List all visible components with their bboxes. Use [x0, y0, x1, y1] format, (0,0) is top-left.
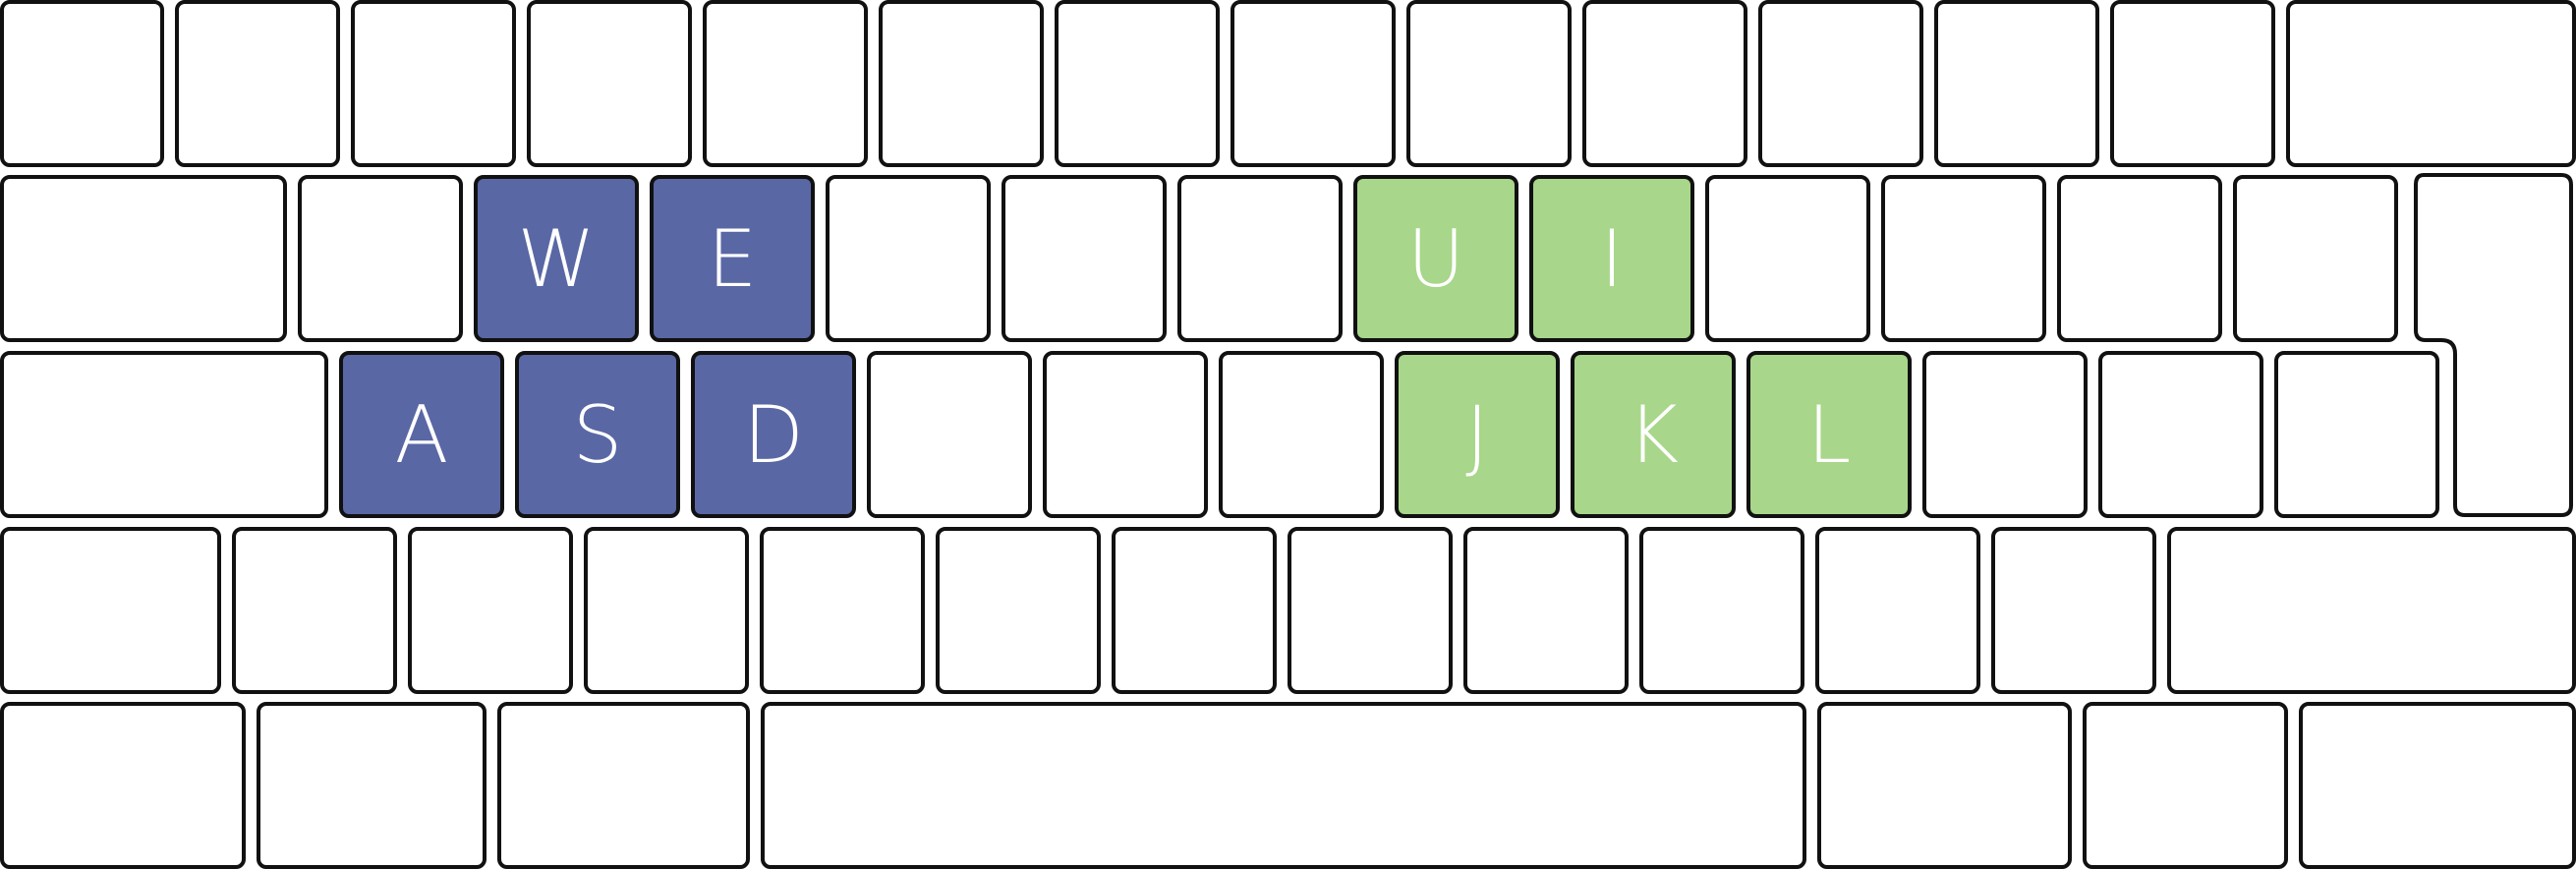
key — [1055, 0, 1220, 167]
key — [1002, 175, 1167, 342]
key-l: L — [1746, 351, 1912, 518]
key — [761, 702, 1806, 869]
key-k: K — [1571, 351, 1736, 518]
key — [1815, 527, 1980, 694]
key — [1231, 0, 1396, 167]
key — [1406, 0, 1572, 167]
key-u: U — [1353, 175, 1518, 342]
key — [1112, 527, 1277, 694]
key — [298, 175, 463, 342]
key-e: E — [650, 175, 815, 342]
key — [0, 0, 164, 167]
key-s: S — [515, 351, 680, 518]
key — [1991, 527, 2156, 694]
key — [1934, 0, 2099, 167]
key — [1177, 175, 1343, 342]
key — [1582, 0, 1747, 167]
key — [0, 175, 287, 342]
key — [867, 351, 1032, 518]
key-d: D — [691, 351, 856, 518]
key-w: W — [474, 175, 639, 342]
key — [408, 527, 573, 694]
key — [760, 527, 925, 694]
key — [1463, 527, 1629, 694]
key — [879, 0, 1044, 167]
key — [2233, 175, 2398, 342]
keyboard-diagram: WE UI ASD JKL — [0, 0, 2576, 869]
key — [2299, 702, 2576, 869]
key — [703, 0, 868, 167]
key — [1922, 351, 2088, 518]
key-a: A — [339, 351, 504, 518]
key — [0, 351, 328, 518]
key — [2167, 527, 2576, 694]
key — [1758, 0, 1923, 167]
key — [232, 527, 397, 694]
key — [1817, 702, 2072, 869]
key — [257, 702, 487, 869]
key — [497, 702, 750, 869]
key — [175, 0, 340, 167]
key — [1043, 351, 1208, 518]
key — [826, 175, 991, 342]
key — [0, 702, 246, 869]
key — [351, 0, 516, 167]
key — [2083, 702, 2288, 869]
key — [584, 527, 749, 694]
key — [1881, 175, 2046, 342]
key — [0, 527, 221, 694]
key — [527, 0, 692, 167]
key — [1219, 351, 1384, 518]
key — [936, 527, 1101, 694]
key — [2274, 351, 2439, 518]
key — [2286, 0, 2576, 167]
key — [2110, 0, 2275, 167]
key — [2098, 351, 2263, 518]
key — [1705, 175, 1870, 342]
key-j: J — [1395, 351, 1560, 518]
key — [1288, 527, 1453, 694]
key — [2057, 175, 2222, 342]
key — [1639, 527, 1804, 694]
key-i: I — [1529, 175, 1694, 342]
